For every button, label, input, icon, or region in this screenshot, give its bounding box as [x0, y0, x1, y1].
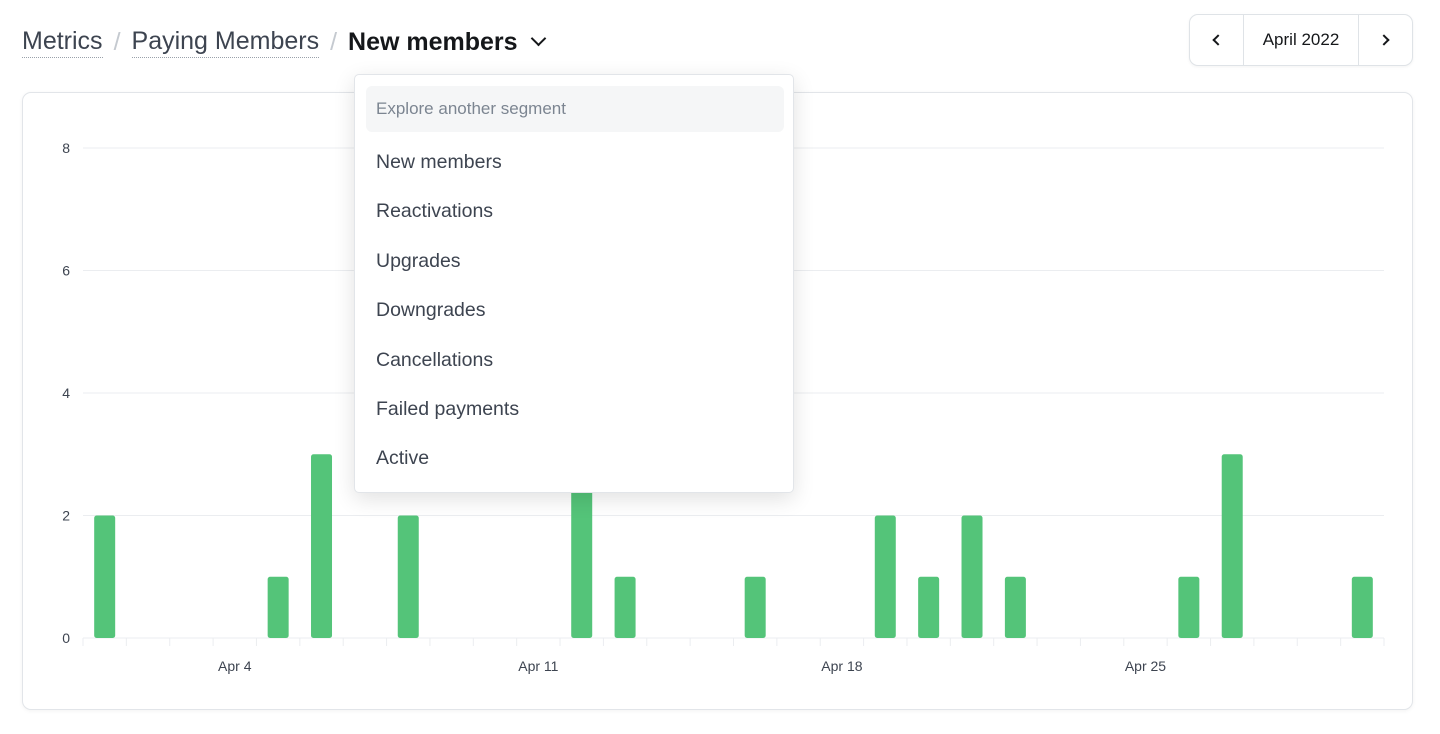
bar[interactable]	[1351, 576, 1373, 638]
segment-option[interactable]: Failed payments	[355, 385, 793, 434]
y-tick-label: 4	[62, 385, 70, 401]
x-tick-label: Apr 4	[218, 658, 252, 674]
current-month-label: April 2022	[1262, 30, 1340, 49]
segment-list: New members Reactivations Upgrades Downgrad…	[355, 138, 793, 484]
breadcrumb-separator: /	[330, 27, 338, 56]
bar[interactable]	[397, 515, 419, 639]
segment-option[interactable]: New members	[355, 138, 793, 187]
segment-option[interactable]: Reactivations	[355, 187, 793, 236]
breadcrumb-separator: /	[113, 27, 121, 56]
x-tick-label: Apr 25	[1125, 658, 1166, 674]
breadcrumb: Metrics / Paying Members / New members	[22, 22, 546, 62]
next-month-button[interactable]	[1358, 15, 1412, 65]
chevron-left-icon	[1212, 34, 1224, 46]
previous-month-button[interactable]	[1190, 15, 1244, 65]
bar[interactable]	[1178, 576, 1200, 638]
chevron-down-icon	[530, 30, 546, 47]
chevron-right-icon	[1378, 34, 1390, 46]
segment-search-input[interactable]	[366, 86, 784, 132]
segment-selector[interactable]: New members	[348, 27, 546, 57]
segment-dropdown: New membersReactivationsUpgradesDowngrad…	[354, 74, 794, 493]
segment-selector-label: New members	[348, 27, 518, 56]
y-tick-label: 6	[62, 263, 70, 279]
bar[interactable]	[744, 576, 766, 638]
y-tick-label: 0	[62, 630, 70, 646]
bar[interactable]	[1221, 454, 1243, 638]
segment-option[interactable]: Downgrades	[355, 286, 793, 335]
bar[interactable]	[311, 454, 333, 638]
bar[interactable]	[918, 576, 940, 638]
segment-option[interactable]: Upgrades	[355, 237, 793, 286]
y-tick-label: 2	[62, 508, 70, 524]
bar[interactable]	[267, 576, 289, 638]
y-tick-label: 8	[62, 140, 70, 156]
segment-option[interactable]: Active	[355, 434, 793, 483]
bar[interactable]	[94, 515, 116, 639]
bar[interactable]	[614, 576, 636, 638]
month-navigator: April 2022	[1189, 14, 1413, 66]
breadcrumb-link-paying-members[interactable]: Paying Members	[131, 27, 320, 58]
x-tick-label: Apr 11	[518, 658, 558, 674]
x-tick-label: Apr 18	[821, 658, 862, 674]
bar[interactable]	[961, 515, 983, 639]
bar[interactable]	[874, 515, 896, 639]
breadcrumb-link-metrics[interactable]: Metrics	[22, 27, 103, 58]
bar[interactable]	[1004, 576, 1026, 638]
segment-option[interactable]: Cancellations	[355, 336, 793, 385]
